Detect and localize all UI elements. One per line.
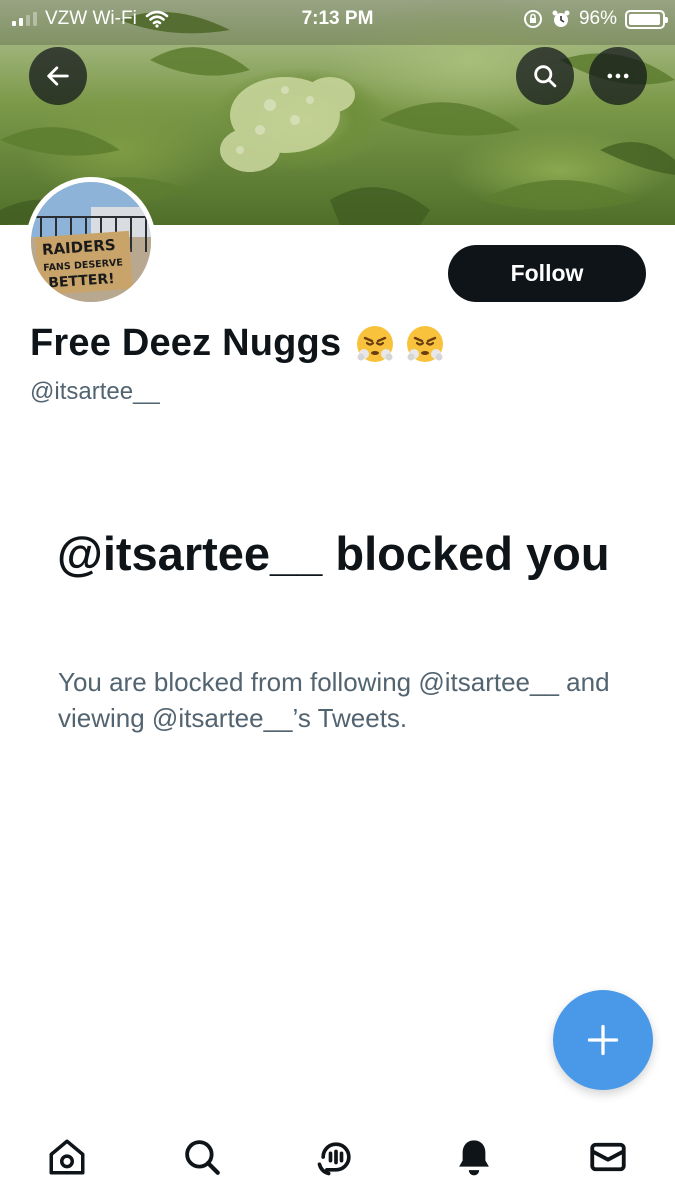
profile-handle: @itsartee__ xyxy=(30,378,160,405)
home-icon xyxy=(49,1139,85,1175)
nav-messages[interactable] xyxy=(585,1134,631,1180)
messages-envelope-icon xyxy=(590,1142,626,1172)
search-icon xyxy=(534,65,557,88)
spaces-icon xyxy=(317,1142,351,1176)
battery-percent: 96% xyxy=(578,8,617,29)
display-name-row: Free Deez Nuggs xyxy=(30,322,445,365)
arrow-left-icon xyxy=(47,66,69,86)
more-options-button[interactable] xyxy=(589,47,647,105)
orientation-lock-icon xyxy=(523,10,542,28)
blocked-title: @itsartee__ blocked you xyxy=(57,527,610,580)
search-icon xyxy=(185,1140,220,1175)
nav-home[interactable] xyxy=(44,1134,90,1180)
avatar-image: RAIDERS FANS DESERVE BETTER! xyxy=(31,182,151,302)
plus-icon xyxy=(587,1024,619,1056)
follow-button[interactable]: Follow xyxy=(448,245,646,302)
blocked-description: You are blocked from following @itsartee… xyxy=(58,667,610,733)
nav-notifications[interactable] xyxy=(451,1134,497,1180)
bottom-navigation xyxy=(0,1120,675,1200)
search-button[interactable] xyxy=(516,47,574,105)
display-name: Free Deez Nuggs xyxy=(30,322,342,364)
battery-icon xyxy=(625,9,668,29)
face-with-steam-emoji xyxy=(357,325,394,362)
nav-spaces[interactable] xyxy=(313,1134,359,1180)
more-horizontal-icon xyxy=(607,73,629,79)
face-with-steam-emoji xyxy=(407,325,444,362)
name-emojis xyxy=(355,324,445,364)
avatar[interactable]: RAIDERS FANS DESERVE BETTER! xyxy=(26,177,156,307)
battery-fill xyxy=(629,13,660,25)
back-button[interactable] xyxy=(29,47,87,105)
nav-search[interactable] xyxy=(179,1134,225,1180)
status-right: 96% xyxy=(523,8,668,30)
compose-tweet-button[interactable] xyxy=(553,990,653,1090)
notifications-bell-icon xyxy=(459,1140,489,1176)
status-bar: VZW Wi-Fi 7:13 PM 96% xyxy=(0,0,675,40)
alarm-icon xyxy=(552,10,570,27)
